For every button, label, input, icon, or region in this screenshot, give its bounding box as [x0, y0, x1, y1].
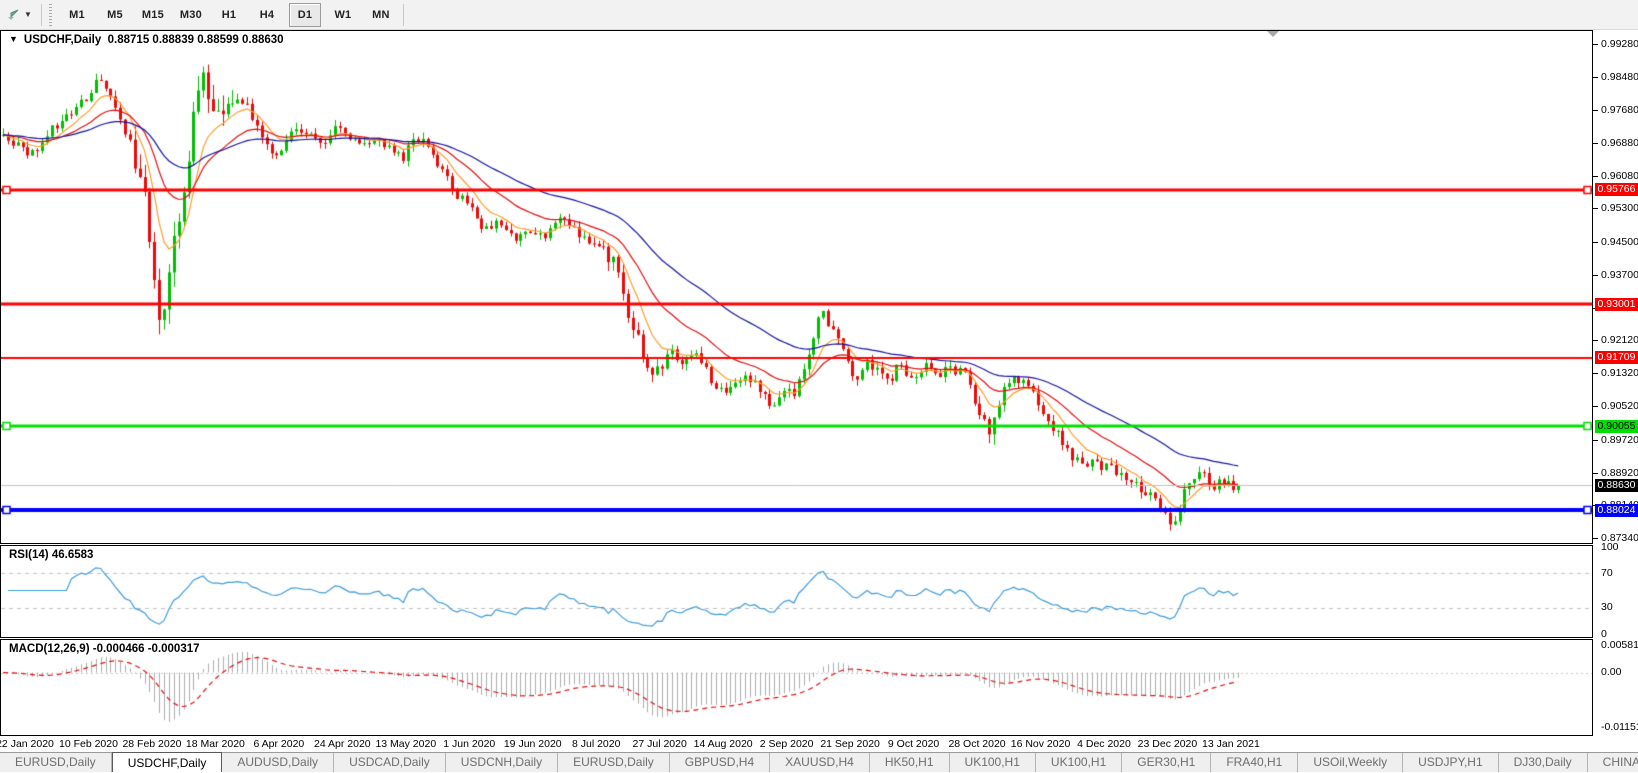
- y-axis-tick-mark: [1593, 275, 1598, 276]
- rsi-axis-tick-label: 70: [1601, 567, 1613, 579]
- y-axis-tick-label: 0.89720: [1601, 434, 1638, 446]
- macd-axis-tick-label: -0.011514: [1601, 721, 1638, 733]
- y-axis-tick-mark: [1593, 208, 1598, 209]
- x-axis-date-label: 13 Jan 2021: [1191, 738, 1271, 750]
- rsi-axis-tick-label: 100: [1601, 541, 1619, 553]
- timeframe-button-m30[interactable]: M30: [175, 3, 207, 27]
- rsi-axis-tick-label: 30: [1601, 601, 1613, 613]
- rsi-canvas[interactable]: [1, 546, 1592, 637]
- chart-open: 0.88715: [108, 34, 150, 46]
- chart-tab-usdcnh-daily[interactable]: USDCNH,Daily: [446, 753, 558, 772]
- chart-tab-china300-h1[interactable]: CHINA300,H1: [1588, 753, 1638, 772]
- macd-canvas[interactable]: [1, 640, 1592, 735]
- timeframe-button-m15[interactable]: M15: [137, 3, 169, 27]
- y-axis-tick-label: 0.99280: [1601, 38, 1638, 50]
- chart-tab-uk100-h1[interactable]: UK100,H1: [1036, 753, 1122, 772]
- y-axis-tick-mark: [1593, 143, 1598, 144]
- timeframe-button-m5[interactable]: M5: [99, 3, 131, 27]
- y-axis-tick-label: 0.88920: [1601, 467, 1638, 479]
- chart-tab-usdjpy-h1[interactable]: USDJPY,H1: [1403, 753, 1498, 772]
- timeframe-button-h4[interactable]: H4: [251, 3, 283, 27]
- chart-tab-hk50-h1[interactable]: HK50,H1: [870, 753, 950, 772]
- chart-tab-usoil-weekly[interactable]: USOil,Weekly: [1298, 753, 1403, 772]
- chart-high: 0.88839: [152, 34, 194, 46]
- chart-tab-xauusd-h4[interactable]: XAUUSD,H4: [770, 753, 870, 772]
- y-axis-tick-mark: [1593, 538, 1598, 539]
- chart-tab-uk100-h1[interactable]: UK100,H1: [950, 753, 1036, 772]
- chart-low: 0.88599: [197, 34, 239, 46]
- chart-tab-eurusd-daily[interactable]: EURUSD,Daily: [558, 753, 670, 772]
- chart-tab-usdchf-daily[interactable]: USDCHF,Daily: [112, 752, 223, 772]
- top-toolbar: ▼ M1M5M15M30H1H4D1W1MN: [0, 0, 1638, 30]
- y-axis-tick-mark: [1593, 110, 1598, 111]
- y-axis-tick-label: 0.90520: [1601, 400, 1638, 412]
- timeframe-button-mn[interactable]: MN: [365, 3, 397, 27]
- y-axis-tick-mark: [1593, 373, 1598, 374]
- y-axis-tick-label: 0.91320: [1601, 367, 1638, 379]
- toolbar-separator-2: [403, 4, 404, 26]
- chart-tab-fra40-h1[interactable]: FRA40,H1: [1211, 753, 1298, 772]
- hline-price-badge: 0.95766: [1595, 183, 1638, 196]
- timeframe-button-h1[interactable]: H1: [213, 3, 245, 27]
- rsi-label: RSI(14) 46.6583: [9, 549, 93, 561]
- chart-tab-dj30-daily[interactable]: DJ30,Daily: [1499, 753, 1588, 772]
- macd-name: MACD(12,26,9): [9, 643, 90, 655]
- chart-title-caret-icon[interactable]: ▼: [9, 34, 18, 44]
- y-axis-tick-mark: [1593, 340, 1598, 341]
- y-axis-tick-mark: [1593, 406, 1598, 407]
- hline-price-badge: 0.91709: [1595, 351, 1638, 364]
- chart-tab-bar: EURUSD,DailyUSDCHF,DailyAUDUSD,DailyUSDC…: [0, 752, 1638, 772]
- current-price-badge: 0.88630: [1595, 479, 1638, 492]
- y-axis-tick-mark: [1593, 473, 1598, 474]
- mt4-window: { "toolbar": { "cursor_tool": "cursor-to…: [0, 0, 1638, 772]
- timeframe-button-d1[interactable]: D1: [289, 3, 321, 27]
- y-axis-tick-label: 0.98480: [1601, 71, 1638, 83]
- chart-tab-audusd-daily[interactable]: AUDUSD,Daily: [222, 753, 334, 772]
- hline-price-badge: 0.88024: [1595, 504, 1638, 517]
- main-chart-canvas[interactable]: [1, 31, 1592, 543]
- rsi-value: 46.6583: [52, 549, 94, 561]
- y-axis-tick-mark: [1593, 440, 1598, 441]
- y-axis-tick-mark: [1593, 44, 1598, 45]
- macd-axis-tick-label: 0.005818: [1601, 639, 1638, 651]
- macd-panel: MACD(12,26,9) -0.000466 -0.000317: [0, 639, 1593, 736]
- chart-shift-marker-icon[interactable]: [1267, 31, 1279, 37]
- hline-price-badge: 0.90055: [1595, 420, 1638, 433]
- macd-axis-tick-label: 0.00: [1601, 666, 1621, 678]
- chart-close: 0.88630: [242, 34, 284, 46]
- chart-symbol: USDCHF,Daily: [24, 34, 101, 46]
- y-axis-tick-mark: [1593, 176, 1598, 177]
- chart-tab-gbpusd-h4[interactable]: GBPUSD,H4: [670, 753, 770, 772]
- y-axis-tick-mark: [1593, 77, 1598, 78]
- timeframe-button-m1[interactable]: M1: [61, 3, 93, 27]
- timeframe-button-group: M1M5M15M30H1H4D1W1MN: [58, 3, 400, 27]
- y-axis-tick-label: 0.97680: [1601, 104, 1638, 116]
- main-chart-panel: ▼ USDCHF,Daily 0.88715 0.88839 0.88599 0.…: [0, 30, 1593, 544]
- chart-title: ▼ USDCHF,Daily 0.88715 0.88839 0.88599 0.…: [9, 34, 284, 46]
- rsi-name: RSI(14): [9, 549, 49, 561]
- macd-values: -0.000466 -0.000317: [93, 643, 200, 655]
- hline-price-badge: 0.93001: [1595, 298, 1638, 311]
- y-axis-tick-label: 0.93700: [1601, 269, 1638, 281]
- y-axis-tick-label: 0.92120: [1601, 334, 1638, 346]
- y-axis-tick-label: 0.96080: [1601, 170, 1638, 182]
- chart-tab-ger30-h1[interactable]: GER30,H1: [1122, 753, 1211, 772]
- y-axis-tick-label: 0.94500: [1601, 236, 1638, 248]
- toolbar-separator: [41, 4, 42, 26]
- cursor-tool-dropdown[interactable]: ▼: [24, 10, 32, 19]
- macd-label: MACD(12,26,9) -0.000466 -0.000317: [9, 643, 200, 655]
- y-axis-tick-label: 0.96880: [1601, 137, 1638, 149]
- cursor-tool-icon[interactable]: [4, 6, 22, 24]
- timeframe-button-w1[interactable]: W1: [327, 3, 359, 27]
- toolbar-drag-grip[interactable]: [47, 4, 54, 26]
- chart-tab-usdcad-daily[interactable]: USDCAD,Daily: [334, 753, 446, 772]
- rsi-panel: RSI(14) 46.6583: [0, 545, 1593, 638]
- y-axis-tick-mark: [1593, 242, 1598, 243]
- time-axis[interactable]: 22 Jan 202010 Feb 202028 Feb 202018 Mar …: [0, 736, 1638, 752]
- y-axis-tick-label: 0.95300: [1601, 202, 1638, 214]
- chart-tab-eurusd-daily[interactable]: EURUSD,Daily: [0, 753, 112, 772]
